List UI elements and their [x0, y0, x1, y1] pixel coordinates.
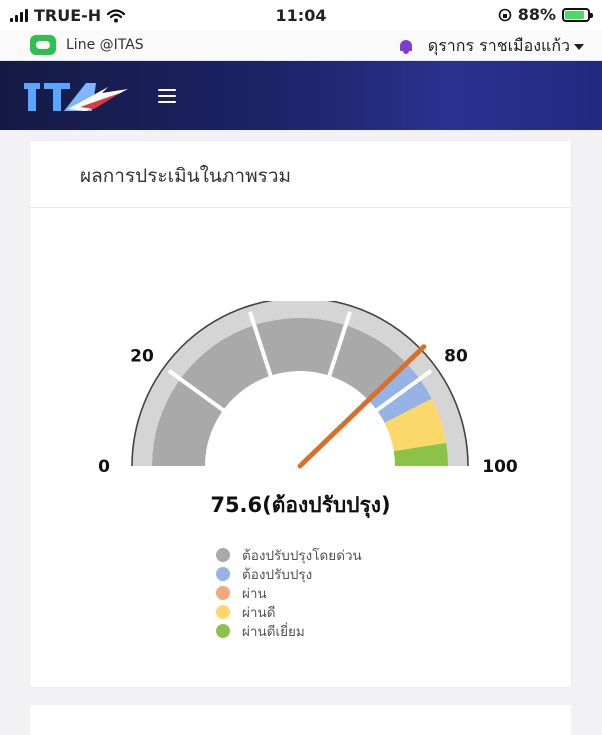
- legend-item: ต้องปรับปรุงโดยด่วน: [216, 545, 362, 564]
- legend-label: ผ่านดีเยี่ยม: [242, 623, 305, 640]
- overall-result-card: ผลการประเมินในภาพรวม 020406080100 75.6(ต…: [30, 141, 571, 687]
- gauge-tick-label: 80: [444, 346, 468, 366]
- lock-rotation-icon: [498, 8, 512, 21]
- legend-item: ผ่านดีเยี่ยม: [216, 621, 362, 640]
- user-name: ดุรากร ราชเมืองแก้ว: [428, 34, 584, 59]
- battery-icon: [562, 7, 593, 22]
- gauge-chart: 020406080100: [98, 301, 518, 477]
- legend-item: ผ่านดี: [216, 602, 362, 621]
- user-menu[interactable]: ดุรากร ราชเมืองแก้ว: [398, 34, 584, 59]
- gauge-tick-label: 20: [130, 346, 154, 366]
- legend-item: ผ่าน: [216, 583, 362, 602]
- gauge-tick-label: 0: [98, 457, 110, 477]
- legend-dot: [216, 585, 230, 600]
- ita-logo: [24, 83, 128, 111]
- card-title: ผลการประเมินในภาพรวม: [80, 165, 292, 187]
- legend-item: ต้องปรับปรุง: [216, 564, 362, 583]
- legend-dot: [216, 547, 230, 562]
- status-bar: TRUE-H 11:04 88%: [0, 0, 602, 30]
- legend-dot: [216, 566, 230, 581]
- card-header: ผลการประเมินในภาพรวม: [30, 141, 571, 208]
- legend-dot: [216, 623, 230, 638]
- line-label: Line @ITAS: [66, 37, 144, 53]
- score-label: 75.6(ต้องปรับปรุง): [210, 493, 391, 517]
- battery-percent: 88%: [517, 5, 556, 24]
- chevron-down-icon: [574, 43, 584, 50]
- next-card: [30, 705, 571, 735]
- line-link[interactable]: Line @ITAS: [30, 35, 144, 55]
- line-bar: Line @ITAS ดุรากร ราชเมืองแก้ว: [0, 30, 602, 61]
- bell-icon[interactable]: [398, 39, 414, 55]
- top-navbar: [0, 61, 602, 130]
- gauge-tick-label: 100: [482, 457, 518, 477]
- legend-dot: [216, 604, 230, 619]
- legend: ต้องปรับปรุงโดยด่วน ต้องปรับปรุง ผ่าน ผ่…: [216, 545, 362, 640]
- battery-info: 88%: [498, 5, 593, 24]
- line-icon: [30, 35, 56, 55]
- menu-toggle-button[interactable]: [158, 89, 176, 103]
